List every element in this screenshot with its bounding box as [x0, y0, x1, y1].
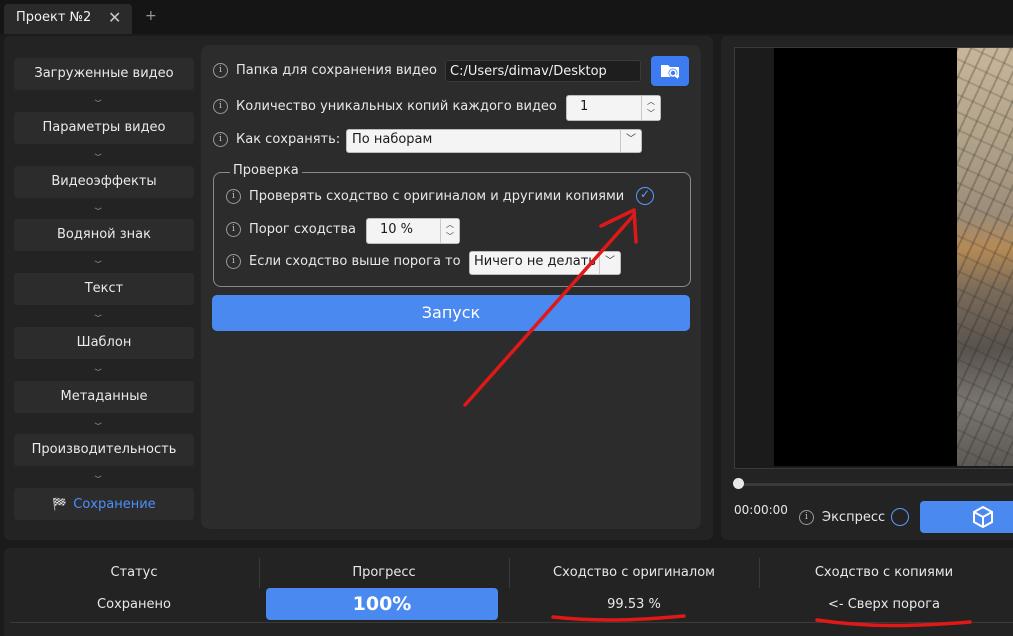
sidebar-item-label: Производительность [31, 442, 177, 457]
sidebar-item-label: Водяной знак [57, 227, 151, 242]
sidebar-item-label: Метаданные [60, 389, 148, 404]
sidebar-item-video-effects[interactable]: Видеоэффекты [14, 166, 194, 198]
checkered-flag-icon: 🏁 [52, 497, 68, 511]
chevron-down-icon: ⌄ [90, 94, 106, 105]
similarity-copies-header: Сходство с копиями [814, 565, 954, 580]
chevron-down-icon: ⌄ [90, 470, 106, 481]
tab-title: Проект №2 [16, 10, 92, 25]
similarity-original-value: 99.53 % [607, 597, 661, 612]
sidebar-item-label: Текст [84, 281, 124, 296]
info-icon[interactable]: i [799, 510, 814, 525]
info-icon[interactable]: i [213, 99, 228, 114]
seek-bar[interactable] [738, 483, 1013, 486]
chevron-down-icon: ⌄ [90, 202, 106, 213]
progress-header: Прогресс [352, 565, 416, 580]
threshold-stepper[interactable]: 10 % ︿ ﹀ [366, 218, 460, 244]
add-tab-icon[interactable]: + [145, 8, 157, 24]
check-similarity-checkbox[interactable]: ✓ [636, 187, 654, 205]
sidebar-item-label: Параметры видео [42, 120, 166, 135]
chevron-down-icon[interactable]: ﹀ [441, 231, 459, 243]
info-icon[interactable]: i [226, 222, 241, 237]
folder-path-input[interactable]: C:/Users/dimav/Desktop [445, 60, 641, 82]
save-mode-value: По наборам [352, 132, 433, 147]
save-mode-row: i Как сохранять: [213, 132, 340, 147]
chevron-down-icon: ⌄ [90, 309, 106, 320]
info-icon[interactable]: i [213, 132, 228, 147]
sidebar-item-watermark[interactable]: Водяной знак [14, 219, 194, 251]
action-select[interactable]: Ничего не делать ﹀ [469, 251, 621, 275]
save-mode-label: Как сохранять: [236, 132, 341, 147]
copies-value: 1 [580, 99, 589, 114]
tab-project[interactable]: Проект №2 ✕ [4, 4, 132, 34]
chevron-down-icon: ⌄ [90, 363, 106, 374]
folder-search-icon [661, 65, 679, 79]
sidebar-item-label: Загруженные видео [34, 66, 174, 81]
chevron-up-icon[interactable]: ︿ [642, 96, 660, 108]
status-header: Статус [110, 565, 158, 580]
check-similarity-label: Проверять сходство с оригиналом и другим… [249, 189, 625, 204]
spin-buttons[interactable]: ︿ ﹀ [440, 219, 459, 243]
seek-handle[interactable] [733, 478, 744, 489]
table-row-divider [10, 622, 1013, 623]
close-icon[interactable]: ✕ [108, 8, 121, 27]
copies-label: Количество уникальных копий каждого виде… [236, 99, 557, 114]
threshold-value: 10 % [380, 222, 414, 237]
checkmark-icon: ✓ [640, 187, 651, 201]
video-frame-image [957, 48, 1013, 466]
tab-bar: Проект №2 ✕ + [0, 0, 1013, 34]
sidebar-item-saving[interactable]: 🏁 Сохранение [14, 488, 194, 520]
sidebar-item-metadata[interactable]: Метаданные [14, 381, 194, 413]
browse-folder-button[interactable] [651, 56, 689, 86]
sidebar-item-video-params[interactable]: Параметры видео [14, 112, 194, 144]
sidebar-item-text[interactable]: Текст [14, 273, 194, 305]
progress-value: 100% [352, 593, 412, 615]
check-similarity-row: i Проверять сходство с оригиналом и други… [226, 189, 624, 204]
process-button[interactable] [920, 501, 1013, 533]
action-value: Ничего не делать [474, 254, 596, 269]
sidebar-item-label: Сохранение [73, 497, 156, 512]
progress-bar: 100% [266, 588, 498, 620]
similarity-copies-value: <- Сверх порога [828, 597, 940, 612]
sidebar-item-label: Шаблон [76, 335, 132, 350]
express-row: i Экспресс [799, 510, 885, 525]
sidebar-item-performance[interactable]: Производительность [14, 434, 194, 466]
chevron-down-icon: ⌄ [90, 255, 106, 266]
chevron-down-icon: ⌄ [90, 148, 106, 159]
sidebar-item-label: Видеоэффекты [51, 174, 157, 189]
action-row: i Если сходство выше порога то [226, 254, 461, 269]
folder-label: Папка для сохранения видео [236, 63, 437, 78]
info-icon[interactable]: i [226, 189, 241, 204]
chevron-down-icon[interactable]: ﹀ [642, 108, 660, 120]
similarity-original-header: Сходство с оригиналом [553, 565, 715, 580]
sidebar-item-uploaded-videos[interactable]: Загруженные видео [14, 58, 194, 90]
folder-row: i Папка для сохранения видео [213, 63, 437, 78]
express-toggle[interactable] [891, 508, 909, 526]
action-label: Если сходство выше порога то [249, 254, 461, 269]
chevron-down-icon: ⌄ [90, 417, 106, 428]
info-icon[interactable]: i [213, 63, 228, 78]
status-value: Сохранено [97, 597, 171, 612]
chevron-up-icon[interactable]: ︿ [441, 219, 459, 231]
spin-buttons[interactable]: ︿ ﹀ [641, 96, 660, 120]
threshold-row: i Порог сходства [226, 222, 356, 237]
time-display: 00:00:00 [734, 503, 788, 517]
threshold-label: Порог сходства [249, 222, 357, 237]
copies-row: i Количество уникальных копий каждого вид… [213, 99, 557, 114]
start-button[interactable]: Запуск [212, 295, 690, 331]
info-icon[interactable]: i [226, 254, 241, 269]
check-group-title: Проверка [230, 163, 302, 178]
copies-stepper[interactable]: 1 ︿ ﹀ [566, 95, 661, 121]
save-mode-select[interactable]: По наборам ﹀ [346, 129, 642, 153]
video-letterbox [774, 48, 957, 466]
chevron-down-icon[interactable]: ﹀ [620, 130, 641, 152]
express-label: Экспресс [822, 510, 886, 525]
sidebar-item-template[interactable]: Шаблон [14, 327, 194, 359]
chevron-down-icon[interactable]: ﹀ [599, 252, 620, 274]
